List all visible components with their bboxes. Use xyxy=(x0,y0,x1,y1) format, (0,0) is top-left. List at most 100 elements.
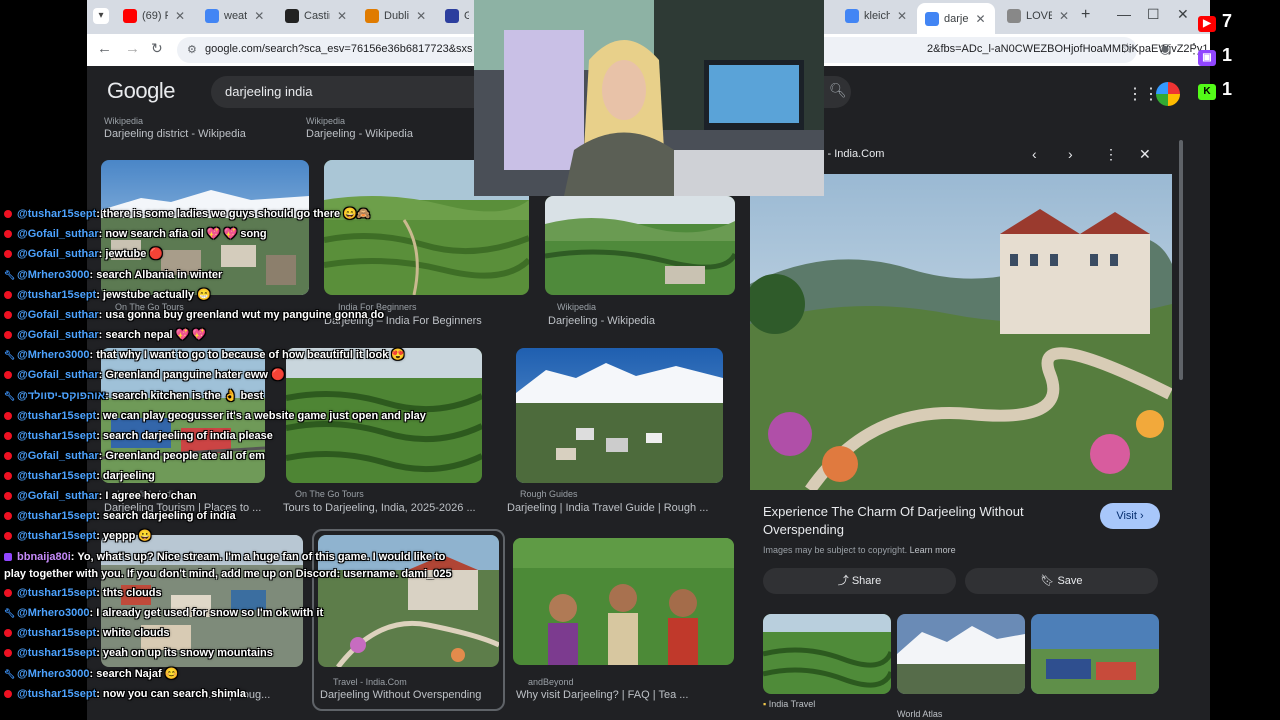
chat-message: 🔧︎ @Mrhero3000: search Najaf 😊 xyxy=(4,668,178,681)
chat-message: @tushar15sept: yeppp 😀 xyxy=(4,530,152,543)
related-source-label: India Travel xyxy=(768,699,816,709)
close-tab-icon[interactable]: ✕ xyxy=(175,9,185,23)
castr-icon xyxy=(285,9,299,23)
webcam-overlay xyxy=(474,0,824,196)
prev-image-icon[interactable]: ‹ xyxy=(1032,146,1037,162)
result-image-hills[interactable] xyxy=(545,196,735,295)
youtube-icon: ▶ xyxy=(1198,16,1216,32)
result-caption[interactable]: Why visit Darjeeling? | FAQ | Tea ... xyxy=(516,689,731,701)
google-icon xyxy=(845,9,859,23)
site-info-icon[interactable]: ⚙ xyxy=(187,43,197,56)
chat-message: @Gofail_suthar: now search afia oil 💖 💖 … xyxy=(4,228,267,241)
avatar[interactable] xyxy=(1156,82,1180,106)
profile-icon[interactable]: ◉ xyxy=(1159,40,1171,57)
bookmark-star-icon[interactable]: ☆ xyxy=(1121,40,1134,57)
youtube-badge-icon xyxy=(4,291,12,299)
related-image-toy-train[interactable] xyxy=(1031,614,1159,694)
result-source: Rough Guides xyxy=(520,489,578,499)
youtube-badge-icon xyxy=(4,589,12,597)
learn-more-link[interactable]: Learn more xyxy=(910,545,956,555)
viewer-counters: ▶ 7 ▣ 1 K 1 xyxy=(1196,11,1246,116)
dublin-icon xyxy=(365,9,379,23)
browser-tab[interactable]: weat ✕ xyxy=(197,4,275,28)
chat-username: @Gofail_suthar xyxy=(17,369,99,381)
minimize-icon[interactable]: — xyxy=(1117,6,1131,22)
close-tab-icon[interactable]: ✕ xyxy=(897,9,907,23)
chat-text: : search Albania in winter xyxy=(89,269,223,281)
browser-tab[interactable]: Castir ✕ xyxy=(277,4,355,28)
close-tab-icon[interactable]: ✕ xyxy=(337,9,347,23)
love-icon xyxy=(1007,9,1021,23)
related-image-mountains[interactable] xyxy=(897,614,1025,694)
chat-message: @Gofail_suthar: Greenland people ate all… xyxy=(4,450,265,463)
more-options-icon[interactable]: ⋮ xyxy=(1104,146,1118,163)
browser-tab[interactable]: LOVE ✕ xyxy=(999,4,1077,28)
result-caption[interactable]: Darjeeling | India Travel Guide | Rough … xyxy=(507,502,717,514)
chat-text: : there is some ladies we guys should go… xyxy=(96,208,371,220)
reload-icon[interactable]: ↻ xyxy=(151,40,163,57)
related-source: World Atlas xyxy=(897,709,942,719)
chat-text: : usa gonna buy greenland wut my panguin… xyxy=(98,309,385,321)
forward-icon[interactable]: → xyxy=(125,40,140,57)
scrollbar[interactable] xyxy=(1179,140,1183,380)
preview-headline[interactable]: Experience The Charm Of Darjeeling Witho… xyxy=(763,503,1073,539)
maximize-icon[interactable]: ☐ xyxy=(1147,6,1160,23)
close-tab-icon[interactable]: ✕ xyxy=(1059,9,1069,23)
chat-message: @tushar15sept: white clouds xyxy=(4,627,170,640)
search-icon[interactable]: 🔍︎ xyxy=(829,82,847,99)
chat-message: @tushar15sept: we can play geogusser it'… xyxy=(4,410,426,423)
chat-text: : yeppp 😀 xyxy=(96,530,153,542)
visit-button[interactable]: Visit › xyxy=(1100,503,1160,529)
tab-label: LOVE xyxy=(1026,10,1052,22)
preview-image[interactable] xyxy=(750,174,1172,490)
related-image-tea-hills[interactable] xyxy=(763,614,891,694)
kick-viewer-count: K 1 xyxy=(1196,79,1246,116)
browser-tab[interactable]: darje ✕ xyxy=(917,3,995,34)
share-button[interactable]: ⤴ Share xyxy=(763,568,956,594)
chat-text: : Greenland panguine hater eww 🔴 xyxy=(98,369,285,381)
youtube-badge-icon xyxy=(4,452,12,460)
result-source: Wikipedia xyxy=(306,116,346,126)
browser-tab[interactable]: kleich ✕ xyxy=(837,4,915,28)
save-button[interactable]: 🔖︎ Save xyxy=(965,568,1158,594)
close-window-icon[interactable]: ✕ xyxy=(1177,6,1189,23)
close-tab-icon[interactable]: ✕ xyxy=(416,9,426,23)
result-caption[interactable]: Darjeeling Without Overspending xyxy=(320,689,500,701)
browser-tab[interactable]: (69) R ✕ xyxy=(115,4,193,28)
chat-message: 🔧︎ @אוהפוקס-יסוולד: search kitchen is the… xyxy=(4,390,263,403)
tab-label: Dubli xyxy=(384,10,410,22)
chat-username: bbnaija80i xyxy=(17,551,71,563)
close-icon[interactable]: ✕ xyxy=(1139,146,1151,163)
browser-tab[interactable]: Ga xyxy=(437,4,477,28)
result-image-tea-pickers[interactable] xyxy=(513,538,734,665)
youtube-badge-icon xyxy=(4,412,12,420)
close-tab-icon[interactable]: ✕ xyxy=(975,12,985,26)
kick-count: 1 xyxy=(1222,79,1233,99)
chat-text: : search kitchen is the 👌 best xyxy=(105,390,264,402)
chat-message: @Gofail_suthar: search nepal 💖 💖 xyxy=(4,329,206,342)
youtube-badge-icon xyxy=(4,331,12,339)
youtube-badge-icon xyxy=(4,649,12,657)
back-icon[interactable]: ← xyxy=(97,40,112,57)
next-image-icon[interactable]: › xyxy=(1068,146,1073,162)
search-input[interactable]: darjeeling india xyxy=(225,84,312,99)
google-logo[interactable]: Google xyxy=(107,78,175,104)
new-tab-button[interactable]: + xyxy=(1081,6,1090,24)
result-image-kanchenjunga[interactable] xyxy=(516,348,723,483)
tab-search-icon[interactable]: ▾ xyxy=(93,8,109,24)
browser-tab[interactable]: Dubli ✕ xyxy=(357,4,435,28)
chat-text: play together with you. If you don't min… xyxy=(4,568,452,580)
chat-message: @tushar15sept: now you can search shimla xyxy=(4,688,246,701)
close-tab-icon[interactable]: ✕ xyxy=(254,9,264,23)
chat-username: @tushar15sept xyxy=(17,647,97,659)
moderator-wrench-icon: 🔧︎ xyxy=(4,350,16,360)
youtube-icon xyxy=(123,9,137,23)
result-caption[interactable]: Darjeeling - Wikipedia xyxy=(548,315,738,327)
youtube-badge-icon xyxy=(4,492,12,500)
result-caption[interactable]: Darjeeling district - Wikipedia xyxy=(104,128,304,140)
chat-text: : yeah on up its snowy mountains xyxy=(96,647,273,659)
youtube-badge-icon xyxy=(4,230,12,238)
preview-source-title[interactable]: l - India.Com xyxy=(822,148,884,160)
chat-message: @tushar15sept: search darjeeling of indi… xyxy=(4,430,273,443)
chat-username: @Gofail_suthar xyxy=(17,309,99,321)
